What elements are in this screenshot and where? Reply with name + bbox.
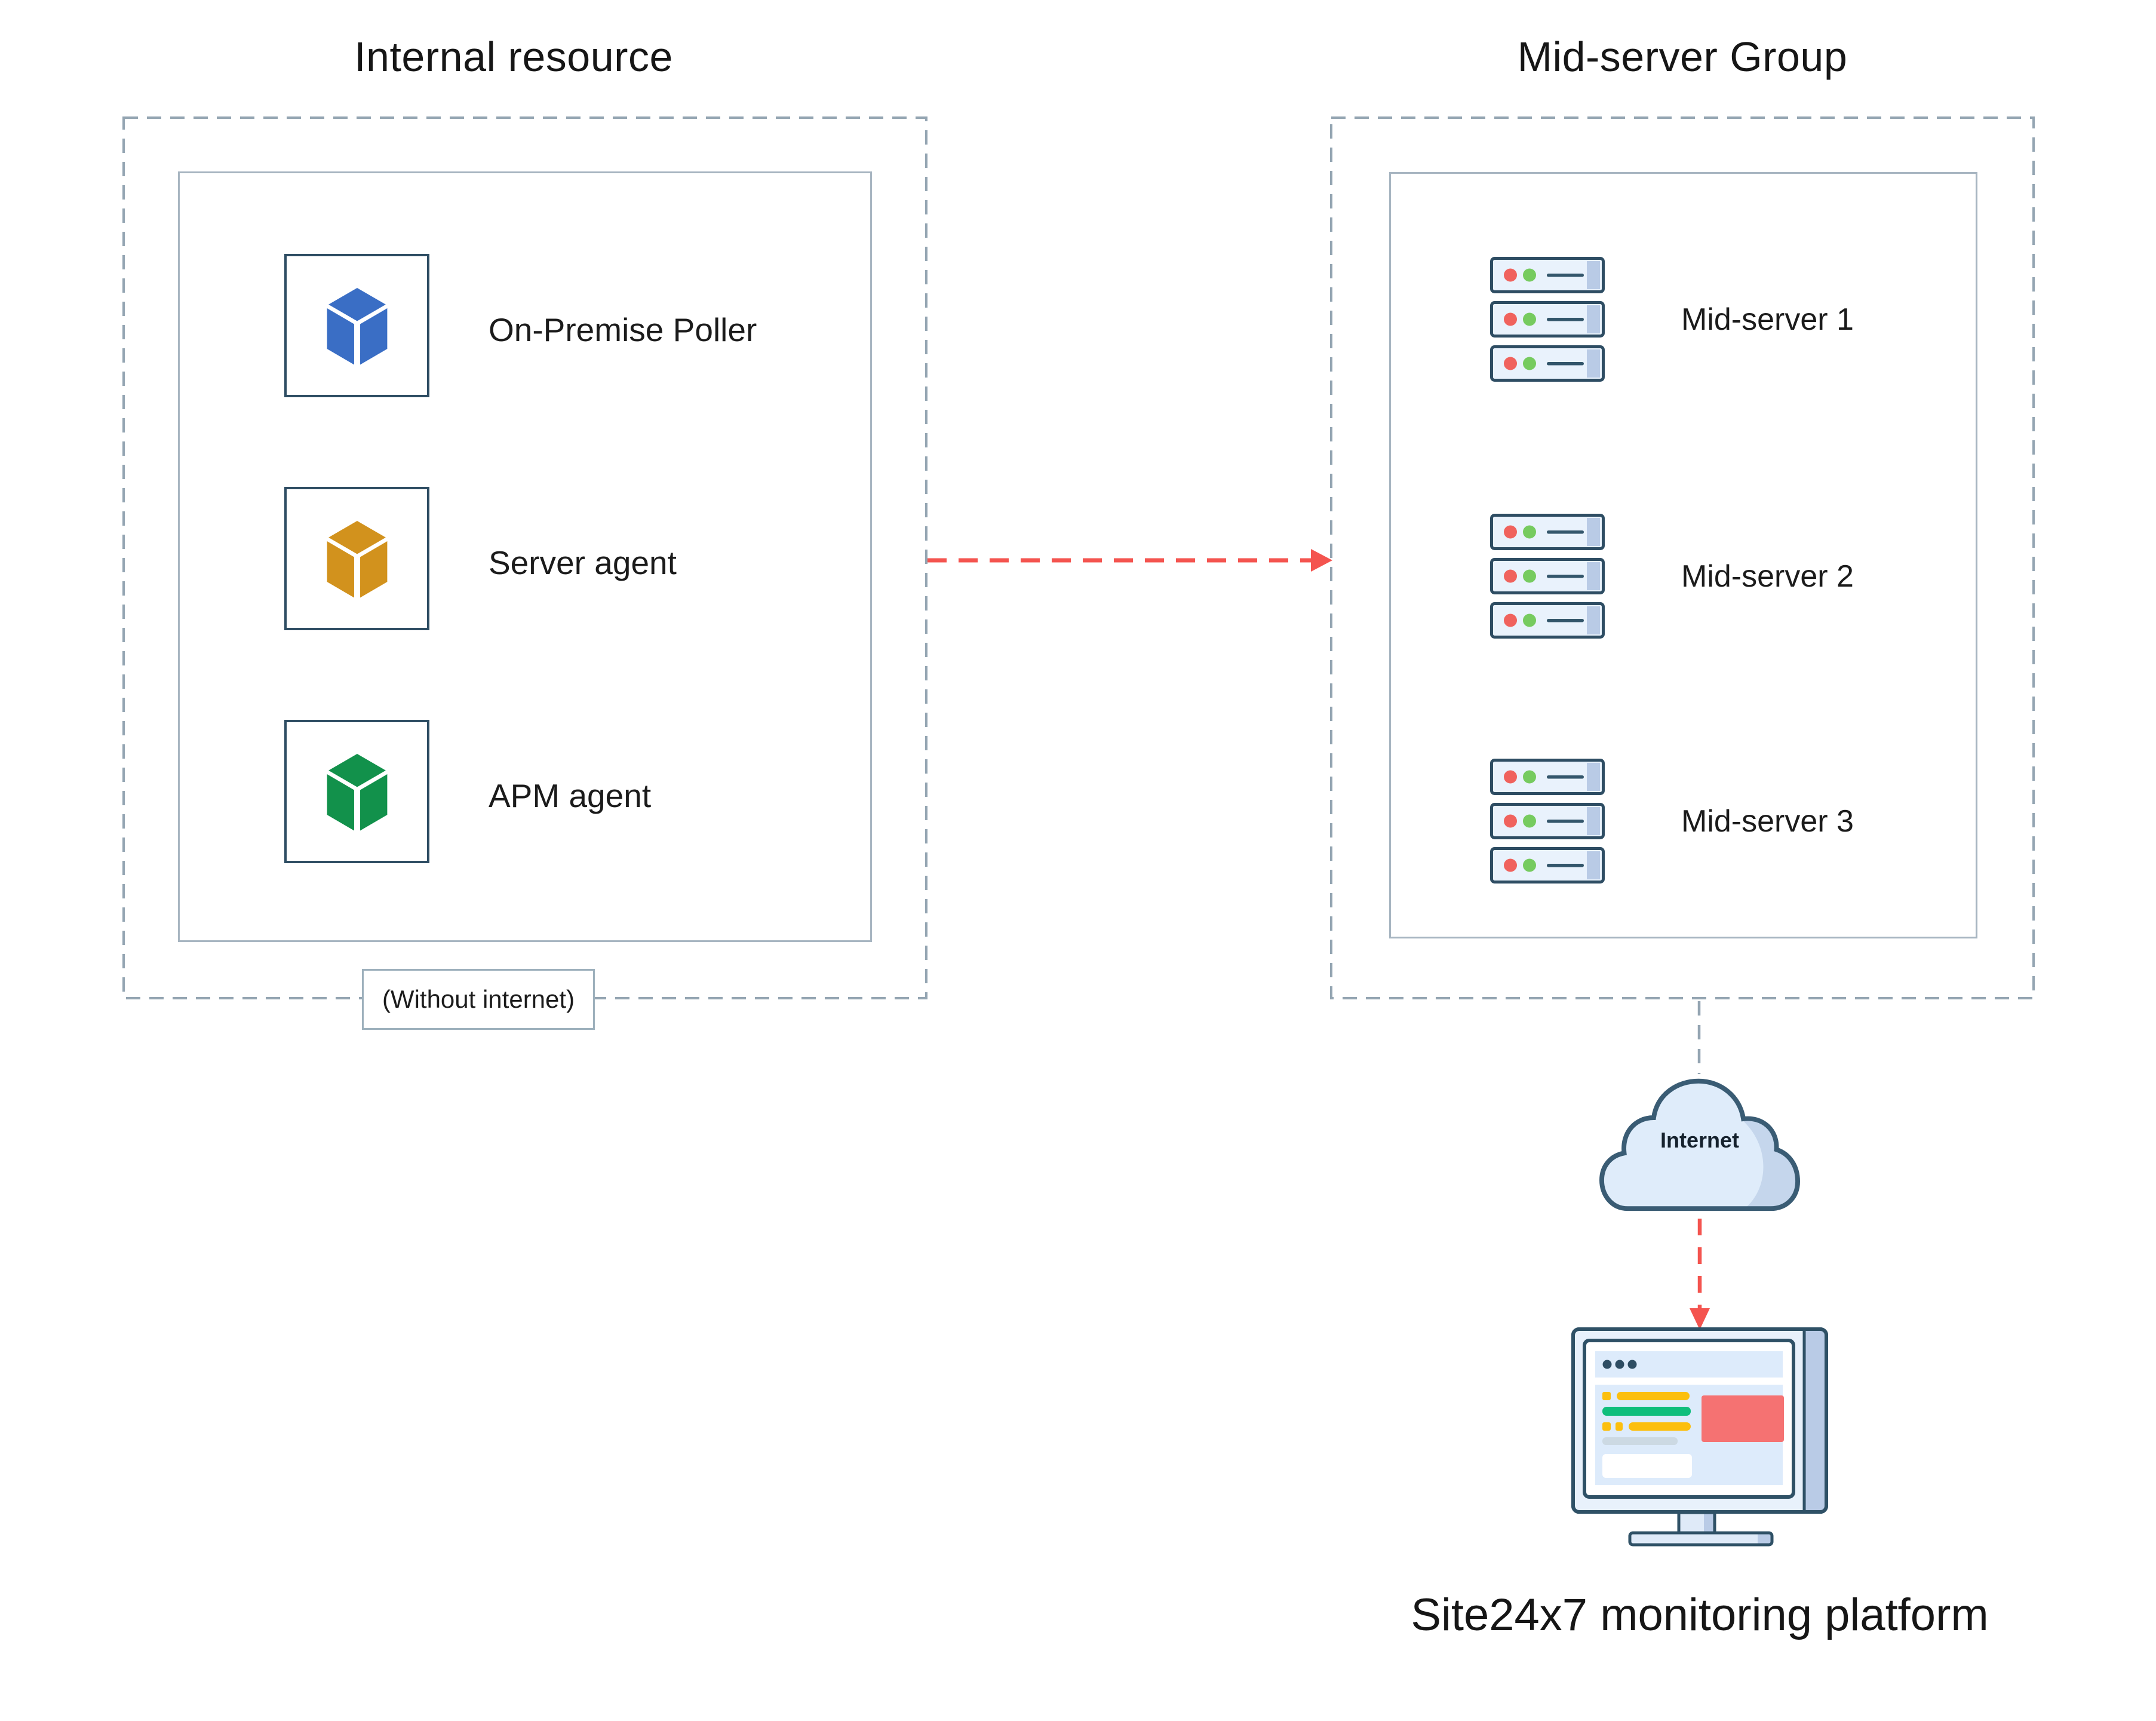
cube-icon <box>320 513 395 604</box>
server-stack-icon <box>1490 759 1605 883</box>
mid-server-3-label: Mid-server 3 <box>1681 797 1854 845</box>
server-stack-icon <box>1490 257 1605 382</box>
internet-label: Internet <box>1593 1128 1806 1153</box>
right-group-title: Mid-server Group <box>1384 33 1981 81</box>
on-premise-poller-icon-box <box>284 254 429 397</box>
group-to-cloud-connector <box>1687 1001 1711 1074</box>
cube-icon <box>320 746 395 837</box>
server-agent-label: Server agent <box>489 539 677 587</box>
arrowhead-right-icon <box>1311 549 1332 572</box>
mid-server-1-label: Mid-server 1 <box>1681 296 1854 343</box>
left-group-title: Internal resource <box>215 33 812 81</box>
arrowhead-down-icon <box>1690 1308 1710 1330</box>
apm-agent-icon-box <box>284 720 429 863</box>
mid-server-2-label: Mid-server 2 <box>1681 553 1854 600</box>
without-internet-badge: (Without internet) <box>362 969 595 1030</box>
without-internet-label: (Without internet) <box>382 985 575 1014</box>
monitor-icon <box>1571 1327 1828 1547</box>
diagram-canvas: Internal resource On-Premise Poller Serv… <box>0 0 2156 1721</box>
cloud-to-platform-arrow <box>1682 1219 1718 1332</box>
on-premise-poller-label: On-Premise Poller <box>489 306 757 354</box>
left-to-right-arrow <box>927 541 1340 579</box>
server-agent-icon-box <box>284 487 429 630</box>
cube-icon <box>320 280 395 371</box>
server-stack-icon <box>1490 514 1605 639</box>
apm-agent-label: APM agent <box>489 772 651 820</box>
platform-caption: Site24x7 monitoring platform <box>1341 1589 2058 1641</box>
